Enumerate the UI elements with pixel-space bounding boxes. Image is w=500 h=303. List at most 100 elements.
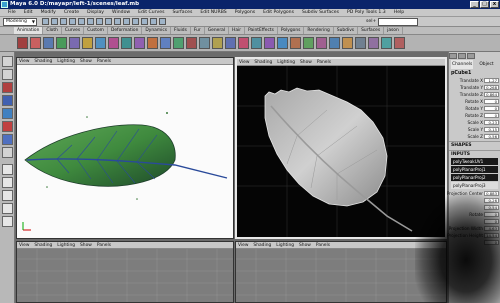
vp-menu-view[interactable]: View [19, 58, 29, 64]
menu-file[interactable]: File [4, 10, 20, 15]
shelf-wrap-icon[interactable] [147, 37, 158, 49]
shelf-trax-icon[interactable] [69, 37, 80, 49]
menu-edit-nurbs[interactable]: Edit NURBS [196, 10, 230, 15]
shelf-constraint-parent-icon[interactable] [225, 37, 236, 49]
vp-menu-panels[interactable]: Panels [97, 58, 111, 64]
input-node-selected[interactable]: polyPlanarProj3 [451, 182, 498, 189]
shelf-cluster-icon[interactable] [121, 37, 132, 49]
menu-edit[interactable]: Edit [20, 10, 37, 15]
manipulator-tool-icon[interactable] [2, 134, 13, 145]
rotate-tool-icon[interactable] [2, 108, 13, 119]
vp-menu-panels[interactable]: Panels [317, 59, 331, 65]
vp-menu-lighting[interactable]: Lighting [277, 59, 295, 65]
attr-value[interactable]: 0.268 [484, 85, 499, 90]
shelf-tab-jason[interactable]: jason [384, 27, 403, 34]
shelf-key-translate-icon[interactable] [30, 37, 41, 49]
shelf-create-cone-icon[interactable] [316, 37, 327, 49]
input-node[interactable]: polyTweakUV1 [451, 158, 498, 165]
attr-value[interactable]: 0.15 [484, 127, 499, 132]
shelf-tab-painteffects[interactable]: PaintEffects [245, 27, 278, 34]
attr-value[interactable]: 0 [484, 99, 499, 104]
scale-tool-icon[interactable] [2, 121, 13, 132]
attr-translate-z[interactable]: Translate Z 0.864 [449, 91, 500, 98]
close-button[interactable]: x [490, 1, 499, 8]
shelf-tab-general[interactable]: General [205, 27, 230, 34]
four-view-layout-icon[interactable] [2, 177, 13, 188]
show-manip-tool-icon[interactable] [2, 147, 13, 158]
shelf-outliner-icon[interactable] [368, 37, 379, 49]
move-tool-icon[interactable] [2, 95, 13, 106]
vp-menu-lighting[interactable]: Lighting [57, 242, 75, 248]
menu-surfaces[interactable]: Surfaces [168, 10, 196, 15]
shelf-constraint-orient-icon[interactable] [199, 37, 210, 49]
menu-modify[interactable]: Modify [37, 10, 60, 15]
select-hierarchy-icon[interactable] [69, 18, 76, 25]
shelf-tab-fur[interactable]: Fur [191, 27, 205, 34]
shelf-create-cube-icon[interactable] [290, 37, 301, 49]
shelf-tab-rendering[interactable]: Rendering [304, 27, 334, 34]
attr-value[interactable]: 0 [484, 106, 499, 111]
attr-scale-y[interactable]: Scale Y 0.15 [449, 126, 500, 133]
snap-surface-icon[interactable] [123, 18, 130, 25]
attr-value[interactable]: 0 [484, 113, 499, 118]
attribute-editor-toggle-icon[interactable] [467, 53, 475, 59]
tab-channels[interactable]: Channels [451, 60, 474, 69]
shelf-render-view-icon[interactable] [394, 37, 405, 49]
shapes-header[interactable]: SHAPES [449, 141, 500, 149]
shelf-create-cylinder-icon[interactable] [303, 37, 314, 49]
vp-menu-shading[interactable]: Shading [253, 242, 271, 248]
attr-value[interactable]: 0.23 [484, 120, 499, 125]
ipr-render-icon[interactable] [150, 18, 157, 25]
shelf-tab-surfaces[interactable]: Surfaces [358, 27, 385, 34]
shelf-ik-handle-icon[interactable] [82, 37, 93, 49]
menu-pd-poly-tools[interactable]: PD Poly Tools 1.3 [343, 10, 390, 15]
vp-menu-view[interactable]: View [238, 242, 248, 248]
vp-menu-view[interactable]: View [239, 59, 249, 65]
new-scene-icon[interactable] [42, 18, 49, 25]
shelf-skin-icon[interactable] [108, 37, 119, 49]
menu-edit-polygons[interactable]: Edit Polygons [259, 10, 298, 15]
shelf-lattice-icon[interactable] [134, 37, 145, 49]
shelf-constraint-scale-icon[interactable] [212, 37, 223, 49]
shelf-create-plane-icon[interactable] [329, 37, 340, 49]
attr-rotate-z[interactable]: Rotate Z0 [449, 112, 500, 119]
vp-menu-show[interactable]: Show [80, 58, 92, 64]
shelf-tab-custom[interactable]: Custom [84, 27, 108, 34]
shelf-tab-cloth[interactable]: Cloth [43, 27, 62, 34]
vp-menu-shading[interactable]: Shading [34, 58, 52, 64]
attr-value[interactable]: 1.27 [484, 78, 499, 83]
shelf-joint-icon[interactable] [95, 37, 106, 49]
single-perspective-layout-icon[interactable] [2, 164, 13, 175]
shelf-curve-editor-icon[interactable] [43, 37, 54, 49]
shelf-uv-editor-icon[interactable] [381, 37, 392, 49]
shelf-create-torus-icon[interactable] [342, 37, 353, 49]
shelf-tab-polygons[interactable]: Polygons [278, 27, 305, 34]
shelf-create-sphere-icon[interactable] [277, 37, 288, 49]
attr-value[interactable]: 0.56 [484, 134, 499, 139]
open-scene-icon[interactable] [51, 18, 58, 25]
selection-input[interactable] [378, 18, 418, 26]
shelf-tab-curves[interactable]: Curves [62, 27, 85, 34]
menu-create[interactable]: Create [60, 10, 83, 15]
shelf-motion-path-icon[interactable] [238, 37, 249, 49]
shelf-dope-sheet-icon[interactable] [56, 37, 67, 49]
attr-rotate-x[interactable]: Rotate X0 [449, 98, 500, 105]
vp-menu-lighting[interactable]: Lighting [57, 58, 75, 64]
persp-outliner-layout-icon[interactable] [2, 190, 13, 201]
attr-scale-x[interactable]: Scale X 0.23 [449, 119, 500, 126]
vp-menu-show[interactable]: Show [299, 242, 311, 248]
persp-graph-layout-icon[interactable] [2, 203, 13, 214]
select-object-icon[interactable] [78, 18, 85, 25]
vp-menu-panels[interactable]: Panels [316, 242, 330, 248]
maximize-button[interactable]: □ [480, 1, 489, 8]
select-component-icon[interactable] [87, 18, 94, 25]
viewport-canvas[interactable] [17, 249, 233, 302]
attr-scale-z[interactable]: Scale Z 0.56 [449, 133, 500, 140]
attr-translate-y[interactable]: Translate Y 0.268 [449, 84, 500, 91]
attr-rotate-y[interactable]: Rotate Y0 [449, 105, 500, 112]
shelf-tab-subdivs[interactable]: Subdivs [334, 27, 359, 34]
select-tool-icon[interactable] [2, 56, 13, 67]
attr-translate-x[interactable]: Translate X 1.27 [449, 77, 500, 84]
hypershade-layout-icon[interactable] [2, 216, 13, 227]
shelf-blendshape-icon[interactable] [160, 37, 171, 49]
